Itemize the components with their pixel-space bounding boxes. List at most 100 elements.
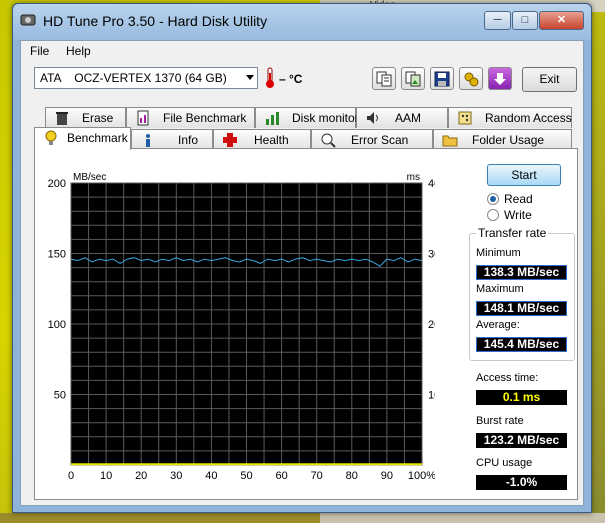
access-time-value: 0.1 ms: [476, 390, 567, 405]
start-button[interactable]: Start: [487, 164, 561, 186]
x-tick: 70: [311, 470, 323, 482]
tab-health[interactable]: Health: [213, 129, 311, 150]
menu-bar: File Help: [21, 41, 583, 61]
download-button[interactable]: [488, 67, 512, 90]
y-tick-left: 50: [54, 390, 66, 402]
write-label: Write: [504, 208, 532, 222]
tab-aam[interactable]: AAM: [356, 107, 448, 128]
tab-benchmark[interactable]: Benchmark: [34, 127, 131, 150]
y-tick-left: 100: [48, 319, 66, 331]
x-tick: 30: [170, 470, 182, 482]
exit-button[interactable]: Exit: [522, 67, 577, 92]
read-label: Read: [504, 192, 533, 206]
menu-help[interactable]: Help: [66, 44, 91, 58]
maximum-label: Maximum: [476, 283, 524, 295]
write-radio-dot: [487, 209, 499, 221]
lightbulb-icon: [45, 130, 57, 145]
random-access-icon: [458, 111, 472, 125]
menu-file[interactable]: File: [30, 44, 49, 58]
close-button[interactable]: ✕: [539, 11, 584, 30]
burst-rate-label: Burst rate: [476, 415, 524, 427]
maximize-icon: □: [521, 14, 529, 26]
tab-folder-usage-label: Folder Usage: [472, 133, 545, 147]
y-axis-label-left: MB/sec: [73, 172, 106, 183]
y-tick-right: 10: [428, 390, 435, 402]
maximize-button[interactable]: □: [512, 11, 538, 30]
x-tick: 0: [68, 470, 74, 482]
x-tick: 50: [240, 470, 252, 482]
client-area: File Help ATA OCZ-VERTEX 1370 (64 GB) – …: [20, 40, 584, 506]
tab-disk-monitor[interactable]: Disk monitor: [255, 107, 359, 128]
write-radio[interactable]: Write: [487, 208, 577, 222]
minimize-icon: ─: [493, 14, 502, 26]
save-button[interactable]: [430, 67, 454, 90]
info-icon: [146, 134, 150, 147]
benchmark-chart: 200 150 100 50 40 30 20 10 MB/sec ms 0 10 20 30 40 50 60…: [48, 172, 435, 482]
minimize-button[interactable]: ─: [484, 11, 511, 30]
app-window: HD Tune Pro 3.50 - Hard Disk Utility ─ □…: [12, 3, 592, 513]
y-tick-left: 200: [48, 178, 66, 190]
x-tick: 60: [275, 470, 287, 482]
maximum-value: 148.1 MB/sec: [476, 301, 567, 316]
copy-screenshot-button[interactable]: [401, 67, 425, 90]
read-radio-dot: [487, 193, 499, 205]
x-tick: 20: [135, 470, 147, 482]
tab-erase-label: Erase: [82, 111, 114, 125]
y-tick-right: 30: [428, 249, 435, 261]
thermometer-icon: [266, 67, 274, 88]
tab-error-scan[interactable]: Error Scan: [311, 129, 433, 150]
tab-health-label: Health: [254, 133, 289, 147]
tab-folder-usage[interactable]: Folder Usage: [433, 129, 572, 150]
chevron-down-icon: [246, 75, 254, 80]
drive-select-value: ATA OCZ-VERTEX 1370 (64 GB): [40, 71, 227, 85]
benchmark-panel: 200 150 100 50 40 30 20 10 MB/sec ms 0 10 20 30 40 50 60…: [34, 148, 578, 500]
trash-icon: [56, 112, 68, 125]
x-tick: 10: [100, 470, 112, 482]
minimum-label: Minimum: [476, 247, 521, 259]
tab-info[interactable]: Info: [131, 129, 213, 150]
y-tick-left: 150: [48, 249, 66, 261]
transfer-rate-title: Transfer rate: [476, 226, 549, 240]
copy-text-button[interactable]: [372, 67, 396, 90]
disk-monitor-icon: [266, 112, 279, 125]
x-tick: 100%: [408, 470, 435, 482]
health-cross-icon: [223, 133, 237, 147]
file-benchmark-icon: [137, 110, 149, 126]
tab-erase[interactable]: Erase: [45, 107, 126, 128]
error-scan-icon: [321, 133, 336, 148]
burst-rate-value: 123.2 MB/sec: [476, 433, 567, 448]
temperature-value: – °C: [279, 72, 303, 86]
tab-file-benchmark[interactable]: File Benchmark: [126, 107, 255, 128]
tab-file-benchmark-label: File Benchmark: [163, 111, 247, 125]
speaker-icon: [367, 112, 378, 124]
folder-icon: [442, 135, 458, 147]
average-label: Average:: [476, 319, 520, 331]
tab-random-access-label: Random Access: [485, 111, 572, 125]
y-tick-right: 40: [428, 178, 435, 190]
drive-select[interactable]: ATA OCZ-VERTEX 1370 (64 GB): [34, 67, 258, 89]
desktop-bottom-right: [320, 513, 605, 523]
minimum-value: 138.3 MB/sec: [476, 265, 567, 280]
y-axis-label-right: ms: [407, 172, 420, 183]
x-tick: 90: [381, 470, 393, 482]
x-tick: 80: [346, 470, 358, 482]
hd-tune-app-icon: [20, 14, 36, 26]
average-value: 145.4 MB/sec: [476, 337, 567, 352]
window-title: HD Tune Pro 3.50 - Hard Disk Utility: [43, 13, 268, 29]
copy-screenshot-icon: [405, 71, 421, 87]
title-bar[interactable]: HD Tune Pro 3.50 - Hard Disk Utility ─ □…: [13, 4, 591, 40]
tab-info-label: Info: [178, 133, 199, 147]
copy-text-icon: [376, 71, 392, 87]
read-radio[interactable]: Read: [487, 192, 577, 206]
options-icon: [464, 72, 479, 87]
options-button[interactable]: [459, 67, 483, 90]
tab-random-access[interactable]: Random Access: [448, 107, 572, 128]
floppy-icon: [434, 71, 450, 87]
access-time-label: Access time:: [476, 372, 539, 384]
cpu-usage-label: CPU usage: [476, 457, 533, 469]
tab-aam-label: AAM: [395, 111, 422, 125]
tab-disk-monitor-label: Disk monitor: [292, 111, 359, 125]
arrow-down-icon: [494, 73, 506, 85]
cpu-usage-value: -1.0%: [476, 475, 567, 490]
tab-error-scan-label: Error Scan: [351, 133, 409, 147]
